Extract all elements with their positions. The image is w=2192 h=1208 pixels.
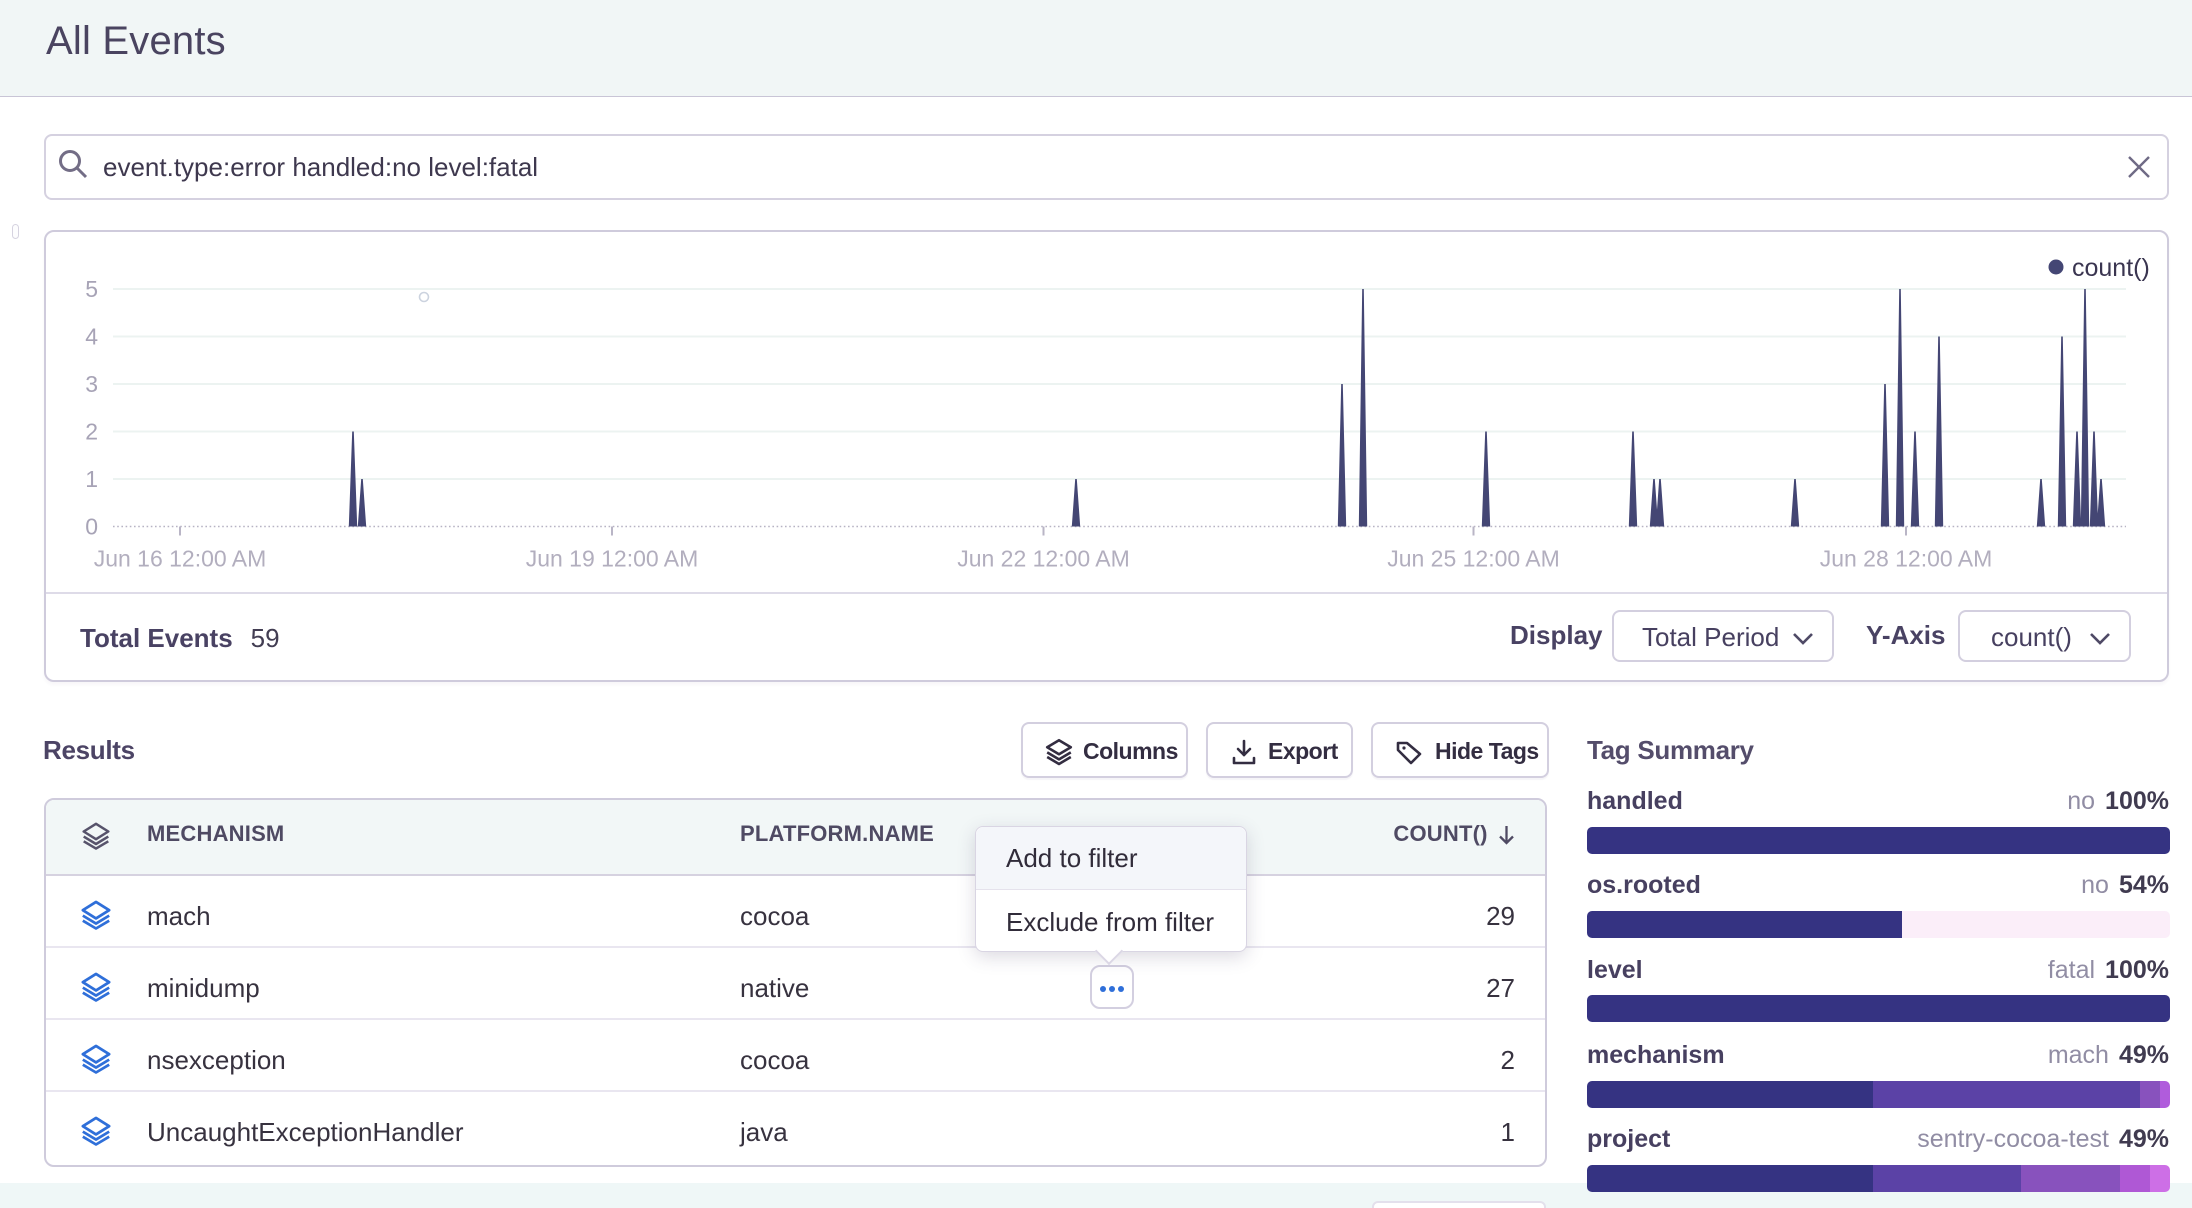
svg-text:0: 0 — [85, 514, 98, 540]
svg-text:Jun 19 12:00 AM: Jun 19 12:00 AM — [526, 546, 699, 572]
svg-text:3: 3 — [85, 371, 98, 397]
svg-text:1: 1 — [85, 466, 98, 492]
svg-text:Jun 16 12:00 AM: Jun 16 12:00 AM — [94, 546, 267, 572]
svg-text:count(): count() — [2072, 254, 2150, 282]
svg-text:5: 5 — [85, 276, 98, 302]
svg-text:Jun 25 12:00 AM: Jun 25 12:00 AM — [1387, 546, 1560, 572]
svg-text:Jun 28 12:00 AM: Jun 28 12:00 AM — [1820, 546, 1993, 572]
svg-text:4: 4 — [85, 324, 98, 350]
svg-text:2: 2 — [85, 419, 98, 445]
svg-text:Jun 22 12:00 AM: Jun 22 12:00 AM — [957, 546, 1130, 572]
